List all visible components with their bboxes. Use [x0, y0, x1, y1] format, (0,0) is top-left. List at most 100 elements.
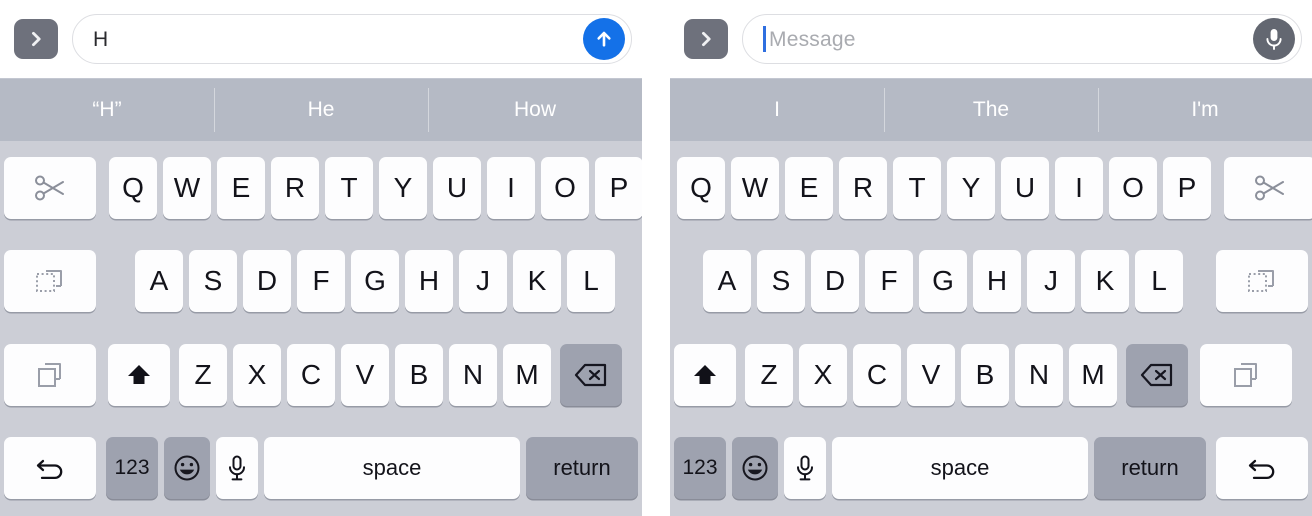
key-u[interactable]: U — [433, 157, 481, 219]
shift-up-arrow-icon — [124, 361, 154, 389]
message-bar: Message — [670, 0, 1312, 78]
key-l[interactable]: L — [567, 250, 615, 313]
key-s[interactable]: S — [189, 250, 237, 313]
key-f[interactable]: F — [297, 250, 345, 313]
key-t[interactable]: T — [893, 157, 941, 219]
paste-key[interactable] — [4, 250, 96, 313]
copy-key[interactable] — [1200, 343, 1292, 406]
key-k[interactable]: K — [513, 250, 561, 313]
chevron-right-icon — [26, 29, 46, 49]
suggestion-item[interactable]: I'm — [1098, 79, 1312, 141]
numbers-key[interactable]: 123 — [674, 436, 726, 499]
key-h[interactable]: H — [973, 250, 1021, 313]
key-w[interactable]: W — [163, 157, 211, 219]
backspace-key[interactable] — [1126, 343, 1188, 406]
key-p[interactable]: P — [595, 157, 642, 219]
key-o[interactable]: O — [1109, 157, 1157, 219]
space-key[interactable]: space — [264, 436, 520, 499]
key-a[interactable]: A — [703, 250, 751, 313]
key-f[interactable]: F — [865, 250, 913, 313]
chevron-right-icon — [696, 29, 716, 49]
key-v[interactable]: V — [341, 343, 389, 406]
key-j[interactable]: J — [459, 250, 507, 313]
backspace-key[interactable] — [560, 343, 622, 406]
send-button[interactable] — [583, 18, 625, 60]
suggestion-item[interactable]: He — [214, 79, 428, 141]
space-key[interactable]: space — [832, 436, 1088, 499]
key-c[interactable]: C — [287, 343, 335, 406]
dictation-button[interactable] — [1253, 18, 1295, 60]
return-key[interactable]: return — [1094, 436, 1206, 499]
suggestion-item[interactable]: I — [670, 79, 884, 141]
key-q[interactable]: Q — [677, 157, 725, 219]
key-z[interactable]: Z — [179, 343, 227, 406]
key-d[interactable]: D — [811, 250, 859, 313]
shift-key[interactable] — [108, 343, 170, 406]
key-e[interactable]: E — [785, 157, 833, 219]
numbers-key[interactable]: 123 — [106, 436, 158, 499]
suggestion-item[interactable]: How — [428, 79, 642, 141]
arrow-up-icon — [592, 27, 616, 51]
suggestion-item[interactable]: “H” — [0, 79, 214, 141]
key-y[interactable]: Y — [379, 157, 427, 219]
expand-apps-button[interactable] — [14, 19, 58, 59]
keyboard-row-4: 123 space return — [674, 431, 1308, 505]
key-g[interactable]: G — [919, 250, 967, 313]
cut-key[interactable] — [1224, 157, 1312, 219]
key-i[interactable]: I — [1055, 157, 1103, 219]
shift-key[interactable] — [674, 343, 736, 406]
emoji-key[interactable] — [164, 436, 210, 499]
emoji-key[interactable] — [732, 436, 778, 499]
key-d[interactable]: D — [243, 250, 291, 313]
key-r[interactable]: R — [271, 157, 319, 219]
key-j[interactable]: J — [1027, 250, 1075, 313]
dictation-key[interactable] — [784, 436, 826, 499]
keyboard-row-3: Z X C V B N M — [674, 338, 1308, 412]
suggestion-item[interactable]: The — [884, 79, 1098, 141]
message-bar: H — [0, 0, 642, 78]
key-k[interactable]: K — [1081, 250, 1129, 313]
key-h[interactable]: H — [405, 250, 453, 313]
paste-key[interactable] — [1216, 250, 1308, 313]
key-a[interactable]: A — [135, 250, 183, 313]
copy-key[interactable] — [4, 343, 96, 406]
keyboard-row-2: A S D F G H J K L — [674, 244, 1308, 318]
key-x[interactable]: X — [233, 343, 281, 406]
text-caret — [763, 26, 766, 52]
key-m[interactable]: M — [503, 343, 551, 406]
key-c[interactable]: C — [853, 343, 901, 406]
key-v[interactable]: V — [907, 343, 955, 406]
key-t[interactable]: T — [325, 157, 373, 219]
key-q[interactable]: Q — [109, 157, 157, 219]
dictation-key[interactable] — [216, 436, 258, 499]
key-s[interactable]: S — [757, 250, 805, 313]
key-o[interactable]: O — [541, 157, 589, 219]
key-y[interactable]: Y — [947, 157, 995, 219]
key-p[interactable]: P — [1163, 157, 1211, 219]
key-b[interactable]: B — [961, 343, 1009, 406]
cut-key[interactable] — [4, 157, 96, 219]
key-r[interactable]: R — [839, 157, 887, 219]
message-input[interactable]: Message — [742, 14, 1302, 64]
key-x[interactable]: X — [799, 343, 847, 406]
key-b[interactable]: B — [395, 343, 443, 406]
panel-divider — [642, 0, 670, 516]
undo-key[interactable] — [1216, 436, 1308, 499]
key-e[interactable]: E — [217, 157, 265, 219]
undo-key[interactable] — [4, 436, 96, 499]
key-u[interactable]: U — [1001, 157, 1049, 219]
undo-icon — [1246, 455, 1278, 481]
key-n[interactable]: N — [1015, 343, 1063, 406]
copy-icon — [1231, 360, 1261, 390]
message-input[interactable]: H — [72, 14, 632, 64]
return-key[interactable]: return — [526, 436, 638, 499]
key-g[interactable]: G — [351, 250, 399, 313]
message-input-value: H — [93, 27, 109, 51]
expand-apps-button[interactable] — [684, 19, 728, 59]
key-i[interactable]: I — [487, 157, 535, 219]
key-l[interactable]: L — [1135, 250, 1183, 313]
key-w[interactable]: W — [731, 157, 779, 219]
key-m[interactable]: M — [1069, 343, 1117, 406]
key-z[interactable]: Z — [745, 343, 793, 406]
key-n[interactable]: N — [449, 343, 497, 406]
